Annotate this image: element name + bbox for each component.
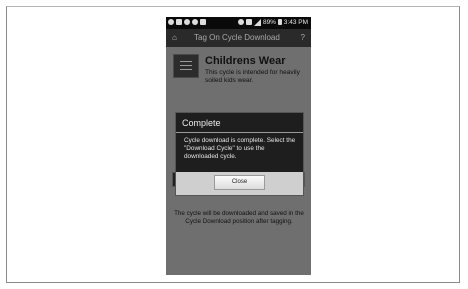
cycle-description: This cycle is intended for heavily soile… xyxy=(205,69,300,85)
dialog-button-bar: Close xyxy=(176,172,303,195)
battery-icon xyxy=(277,19,282,26)
location-icon xyxy=(192,19,198,26)
settings-icon xyxy=(184,19,190,26)
cycle-info: Childrens Wear This cycle is intended fo… xyxy=(173,54,307,98)
notification-icons xyxy=(168,17,208,29)
image-icon xyxy=(176,19,182,26)
clock: 3:43 PM xyxy=(283,19,308,26)
dialog-message: Cycle download is complete. Select the "… xyxy=(184,137,296,160)
app-bar: ⌂ Tag On Cycle Download ? xyxy=(166,29,311,47)
system-icons: 89% 3:43 PM xyxy=(237,17,308,29)
battery-percent: 89% xyxy=(262,19,276,26)
cycle-name: Childrens Wear xyxy=(205,55,286,67)
dialog-divider xyxy=(176,132,303,133)
sync-icon xyxy=(168,19,174,26)
nfc-icon xyxy=(245,19,252,26)
close-button[interactable]: Close xyxy=(214,175,265,190)
cycle-icon xyxy=(173,54,199,78)
signal-icon xyxy=(253,18,261,26)
bluetooth-icon xyxy=(237,19,244,26)
download-note: The cycle will be downloaded and saved i… xyxy=(174,210,304,226)
android-icon xyxy=(200,19,206,26)
help-button[interactable]: ? xyxy=(301,29,305,47)
complete-dialog: Complete Cycle download is complete. Sel… xyxy=(175,112,304,196)
status-bar: 89% 3:43 PM xyxy=(166,17,311,29)
dialog-title: Complete xyxy=(182,118,221,128)
phone-screen: 89% 3:43 PM ⌂ Tag On Cycle Download ? Ch… xyxy=(166,17,311,275)
home-icon[interactable]: ⌂ xyxy=(172,29,177,47)
app-title: Tag On Cycle Download xyxy=(194,33,280,42)
